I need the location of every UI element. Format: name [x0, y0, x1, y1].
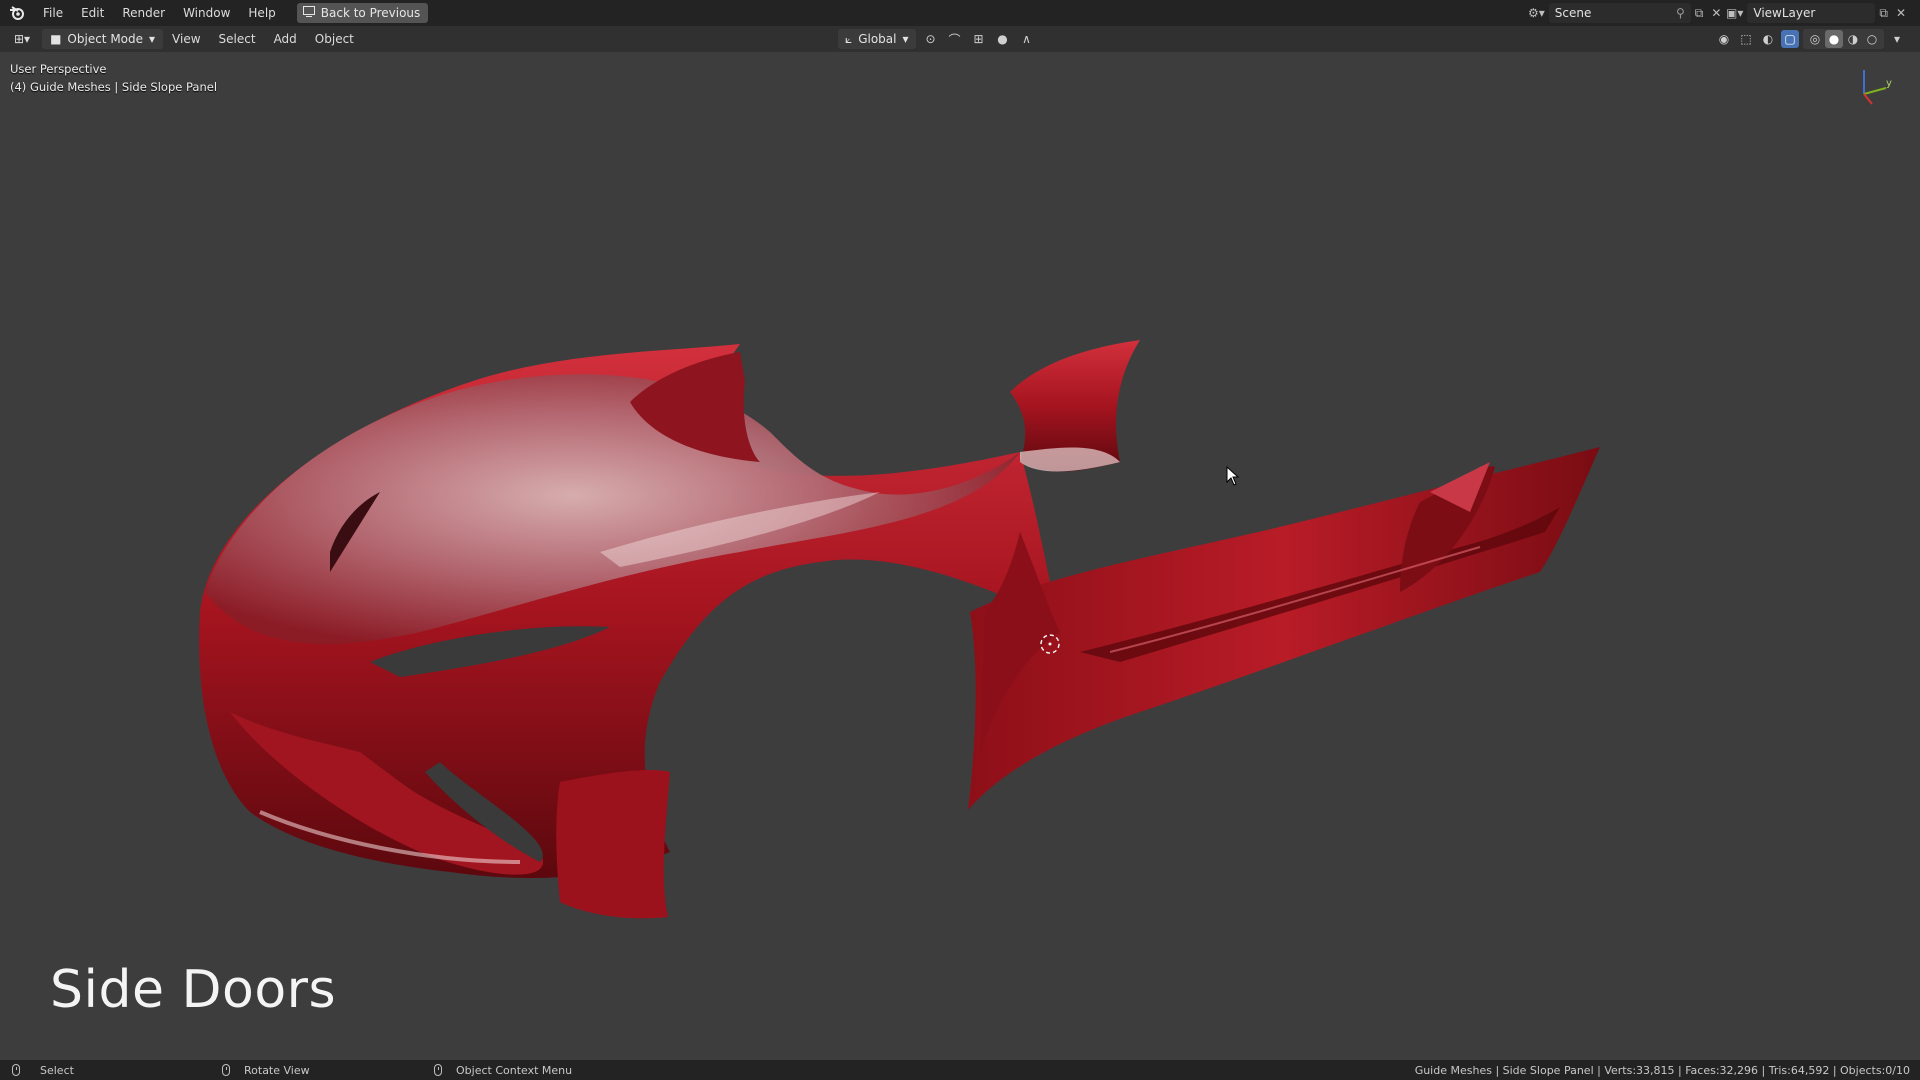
- scene-selector[interactable]: ⚙▾ Scene ⚲ ⧉ ✕: [1524, 3, 1725, 23]
- rendered-shading-icon[interactable]: ○: [1863, 30, 1881, 48]
- proportional-edit-icon[interactable]: ●: [994, 30, 1012, 48]
- scene-icon: ⚙▾: [1528, 6, 1545, 20]
- snap-target-icon[interactable]: ⊞: [970, 30, 988, 48]
- scene-field[interactable]: Scene ⚲: [1548, 3, 1691, 23]
- mouse-pointer-icon: [1226, 465, 1240, 489]
- navigation-gizmo[interactable]: y: [1850, 64, 1894, 108]
- orientation-label: Global: [858, 32, 897, 46]
- falloff-icon[interactable]: ∧: [1018, 30, 1036, 48]
- back-to-previous-label: Back to Previous: [320, 6, 421, 20]
- remove-viewlayer-icon[interactable]: ✕: [1896, 6, 1906, 20]
- top-bar: File Edit Render Window Help Back to Pre…: [0, 0, 1920, 26]
- 3d-viewport[interactable]: User Perspective (4) Guide Meshes | Side…: [0, 52, 1920, 1060]
- viewport-info: User Perspective (4) Guide Meshes | Side…: [10, 60, 217, 96]
- axes-icon: ⟀: [845, 31, 853, 46]
- menu-render[interactable]: Render: [113, 0, 174, 26]
- back-to-previous-button[interactable]: Back to Previous: [296, 3, 429, 23]
- status-select: Select: [12, 1064, 74, 1077]
- status-context-label: Object Context Menu: [456, 1063, 573, 1077]
- viewlayer-name: ViewLayer: [1753, 6, 1816, 20]
- car-body-render: [199, 340, 1600, 919]
- 3d-cursor-icon[interactable]: [1038, 632, 1062, 659]
- status-select-label: Select: [40, 1063, 74, 1077]
- new-scene-icon[interactable]: ⧉: [1695, 6, 1704, 21]
- viewlayer-icon: ▣▾: [1726, 6, 1744, 20]
- scene-name: Scene: [1554, 6, 1592, 20]
- middle-mouse-icon: [222, 1064, 230, 1076]
- right-mouse-icon: [434, 1064, 442, 1076]
- new-viewlayer-icon[interactable]: ⧉: [1879, 6, 1888, 21]
- viewlayer-selector[interactable]: ▣▾ ViewLayer ⧉ ✕: [1722, 3, 1910, 23]
- shading-modes: ◎ ● ◑ ○: [1803, 29, 1884, 49]
- object-mode-icon: ■: [50, 32, 62, 46]
- screen-icon: [302, 6, 315, 20]
- pivot-point-icon[interactable]: ⊙: [922, 30, 940, 48]
- chevron-down-icon: ▾: [902, 32, 909, 46]
- wireframe-shading-icon[interactable]: ◎: [1806, 30, 1824, 48]
- xray-icon[interactable]: ▢: [1781, 30, 1799, 48]
- transform-tools: ⟀ Global ▾ ⊙ ⌒ ⊞ ● ∧: [838, 29, 1036, 49]
- menu-select[interactable]: Select: [210, 26, 265, 52]
- menu-edit[interactable]: Edit: [72, 0, 113, 26]
- viewport-display-tools: ◉ ⬚ ◐ ▢ ◎ ● ◑ ○ ▾: [1715, 29, 1906, 49]
- perspective-label: User Perspective: [10, 62, 107, 76]
- blender-logo-icon[interactable]: [0, 0, 34, 26]
- viewport-header: ⊞▾ ■ Object Mode ▾ View Select Add Objec…: [0, 26, 1920, 52]
- scene-statistics: Guide Meshes | Side Slope Panel | Verts:…: [1414, 1063, 1910, 1077]
- pin-icon[interactable]: ⚲: [1676, 6, 1685, 20]
- menu-window[interactable]: Window: [174, 0, 239, 26]
- snap-icon[interactable]: ⌒: [946, 30, 964, 48]
- overlay-title: Side Doors: [50, 960, 337, 1020]
- shading-options-icon[interactable]: ▾: [1888, 30, 1906, 48]
- mode-label: Object Mode: [67, 32, 144, 46]
- status-context: Object Context Menu: [434, 1064, 572, 1077]
- menu-view[interactable]: View: [163, 26, 209, 52]
- gizmo-toggle-icon[interactable]: ⬚: [1737, 30, 1755, 48]
- overlays-icon[interactable]: ◐: [1759, 30, 1777, 48]
- left-mouse-icon: [12, 1064, 20, 1076]
- menu-object[interactable]: Object: [306, 26, 363, 52]
- menu-add[interactable]: Add: [265, 26, 306, 52]
- editor-type-icon[interactable]: ⊞▾: [0, 26, 36, 52]
- viewlayer-field[interactable]: ViewLayer: [1747, 3, 1876, 23]
- transform-orientation-dropdown[interactable]: ⟀ Global ▾: [838, 29, 916, 49]
- status-rotate: Rotate View: [222, 1064, 310, 1077]
- mode-dropdown[interactable]: ■ Object Mode ▾: [42, 29, 164, 49]
- solid-shading-icon[interactable]: ●: [1825, 30, 1843, 48]
- remove-scene-icon[interactable]: ✕: [1711, 6, 1721, 20]
- menu-file[interactable]: File: [34, 0, 72, 26]
- status-rotate-label: Rotate View: [244, 1063, 310, 1077]
- visibility-icon[interactable]: ◉: [1715, 30, 1733, 48]
- menu-help[interactable]: Help: [239, 0, 284, 26]
- y-axis-label: y: [1886, 78, 1892, 89]
- status-bar: Select Rotate View Object Context Menu G…: [0, 1060, 1920, 1080]
- chevron-down-icon: ▾: [149, 32, 156, 46]
- material-preview-icon[interactable]: ◑: [1844, 30, 1862, 48]
- collection-label: (4) Guide Meshes | Side Slope Panel: [10, 80, 218, 94]
